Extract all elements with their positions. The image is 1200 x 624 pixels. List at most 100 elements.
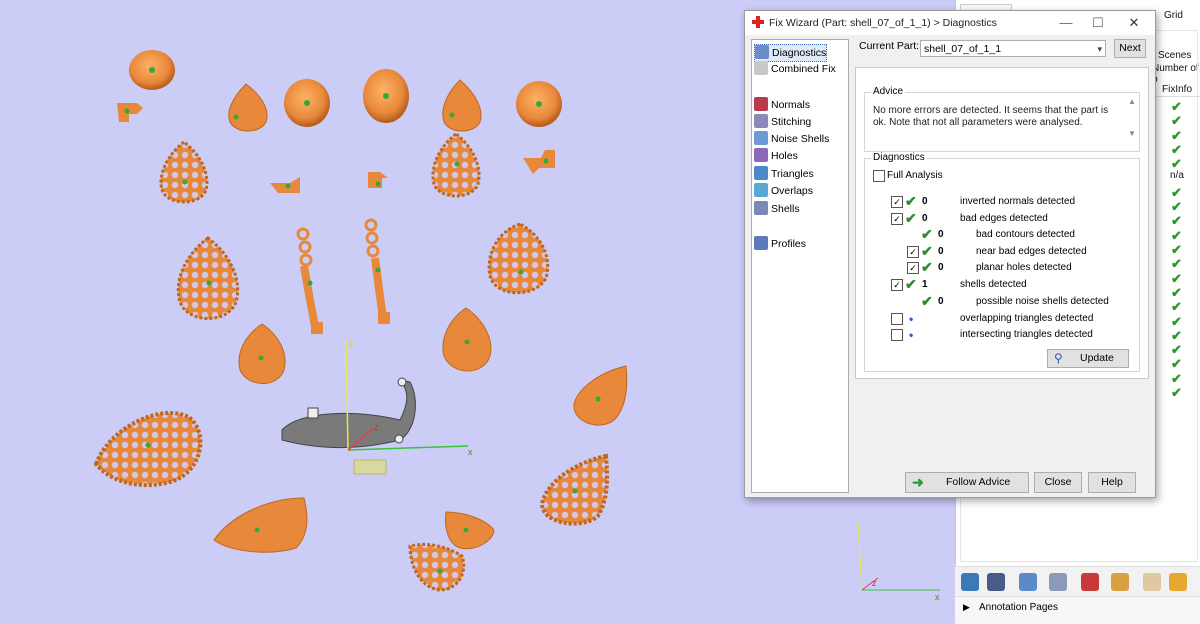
diagnostic-checkbox[interactable]: [891, 329, 903, 341]
overlaps-icon: [754, 183, 768, 198]
teardrop-beaded-part[interactable]: [408, 542, 466, 592]
diagnostic-label: intersecting triangles detected: [960, 329, 1093, 340]
triangles-icon: [754, 166, 768, 181]
normals-cube-icon: [754, 97, 768, 112]
nav-item-shells[interactable]: Shells: [754, 201, 800, 217]
nav-item-overlaps[interactable]: Overlaps: [754, 183, 813, 199]
nav-item-triangles[interactable]: Triangles: [754, 166, 814, 182]
status-ok-icon: ✔: [921, 226, 933, 242]
teardrop-beaded-part[interactable]: [539, 453, 609, 526]
nav-item-label: Normals: [771, 99, 811, 111]
clasp-part[interactable]: [117, 103, 143, 122]
stem-part[interactable]: [296, 227, 323, 334]
diagnostic-checkbox[interactable]: [891, 313, 903, 325]
nav-item-holes[interactable]: Holes: [754, 148, 798, 164]
diagnostic-checkbox[interactable]: ✓: [891, 196, 903, 208]
nav-item-noise-shells[interactable]: Noise Shells: [754, 131, 829, 147]
diagnostic-checkbox[interactable]: ✓: [891, 279, 903, 291]
current-part-value: shell_07_of_1_1: [924, 43, 1002, 55]
follow-advice-label: Follow Advice: [946, 476, 1011, 488]
noise-shells-icon: [754, 131, 768, 146]
label-icon[interactable]: [1143, 573, 1161, 591]
cube-view-icon[interactable]: [1019, 573, 1037, 591]
teardrop-fan-part[interactable]: [573, 365, 628, 426]
diagnostic-row: ✓ ✔ 0 bad edges detected: [865, 210, 1135, 227]
clasp-part[interactable]: [523, 150, 555, 174]
disc-part[interactable]: [284, 79, 330, 127]
teardrop-fan-part[interactable]: [442, 307, 492, 372]
diagnostics-panel: Advice No more errors are detected. It s…: [855, 67, 1149, 379]
nav-item-label: Shells: [771, 203, 800, 215]
axis-y-label: y: [349, 338, 354, 348]
update-button[interactable]: ⚲ Update: [1047, 349, 1129, 368]
disc-part[interactable]: [129, 50, 175, 90]
teardrop-beaded-part[interactable]: [159, 140, 209, 204]
color-parts-icon[interactable]: [1111, 573, 1129, 591]
diagnostic-count: 0: [938, 262, 944, 273]
disc-part[interactable]: [516, 81, 562, 127]
status-ok-icon: ✔: [905, 210, 917, 226]
profiles-document-icon: [754, 236, 768, 251]
teardrop-beaded-part[interactable]: [431, 132, 481, 198]
diagnostic-checkbox[interactable]: ✓: [891, 213, 903, 225]
parts-icon[interactable]: [961, 573, 979, 591]
folder-icon[interactable]: [1169, 573, 1187, 591]
orientation-triad: z x: [857, 521, 940, 602]
teardrop-fan-part[interactable]: [445, 511, 495, 550]
diagnostics-group: Diagnostics Full Analysis ✓ ✔ 0 inverted no…: [864, 152, 1140, 372]
cube-wire-icon[interactable]: [1049, 573, 1067, 591]
diagnostic-checkbox[interactable]: ✓: [907, 246, 919, 258]
teardrop-fan-part[interactable]: [213, 497, 308, 553]
diagnostic-label: overlapping triangles detected: [960, 313, 1094, 324]
nav-item-combined-fix[interactable]: Combined Fix: [754, 61, 836, 77]
nav-item-normals[interactable]: Normals: [754, 97, 810, 113]
nav-item-label: Holes: [771, 150, 798, 162]
minimize-icon[interactable]: —: [1051, 14, 1081, 32]
disc-part[interactable]: [363, 69, 409, 123]
follow-advice-button[interactable]: ➜ Follow Advice: [905, 472, 1029, 493]
nav-item-label: Triangles: [771, 168, 814, 180]
diagnostic-row: ✓ ✔ 0 planar holes detected: [865, 259, 1135, 276]
teardrop-fan-part[interactable]: [238, 323, 286, 384]
teardrop-beaded-part[interactable]: [487, 222, 550, 295]
maximize-icon[interactable]: ☐: [1083, 14, 1113, 32]
next-button[interactable]: Next: [1114, 39, 1146, 58]
close-button[interactable]: Close: [1034, 472, 1082, 493]
delete-part-icon[interactable]: [1081, 573, 1099, 591]
dialog-title: Fix Wizard (Part: shell_07_of_1_1) > Dia…: [769, 17, 997, 29]
grid-tab[interactable]: Grid: [1164, 10, 1183, 21]
status-ok-icon: ✔: [905, 193, 917, 209]
nav-item-diagnostics[interactable]: Diagnostics: [754, 44, 828, 62]
advice-scrollbar[interactable]: ▲ ▼: [1126, 97, 1138, 141]
diagnostic-row: ✓ ✔ 1 shells detected: [865, 276, 1135, 293]
diagnostic-label: bad contours detected: [976, 229, 1075, 240]
close-icon[interactable]: ✕: [1119, 14, 1149, 32]
fix-wizard-dialog: Fix Wizard (Part: shell_07_of_1_1) > Dia…: [744, 10, 1156, 498]
full-analysis-row[interactable]: Full Analysis: [865, 168, 1065, 184]
axis-x-label: x: [468, 447, 473, 457]
update-label: Update: [1080, 352, 1114, 364]
nav-item-stitching[interactable]: Stitching: [754, 114, 811, 130]
current-part-select[interactable]: shell_07_of_1_1 ▾: [920, 40, 1106, 57]
expand-arrow-icon[interactable]: ▶: [963, 602, 970, 613]
nav-item-profiles[interactable]: Profiles: [754, 236, 806, 252]
diagnostic-checkbox[interactable]: ✓: [907, 262, 919, 274]
status-ok-icon: ✔: [921, 293, 933, 309]
clasp-part[interactable]: [270, 177, 300, 193]
diagnostic-row: • overlapping triangles detected: [865, 311, 1135, 327]
teardrop-fan-part[interactable]: [442, 79, 482, 132]
stem-part[interactable]: [364, 218, 390, 324]
checklist-icon[interactable]: [987, 573, 1005, 591]
dialog-titlebar[interactable]: Fix Wizard (Part: shell_07_of_1_1) > Dia…: [745, 11, 1155, 35]
stitching-icon: [754, 114, 768, 129]
nav-item-label: Combined Fix: [771, 63, 836, 75]
teardrop-beaded-part[interactable]: [176, 236, 240, 320]
clasp-part[interactable]: [368, 172, 388, 188]
annotation-bar[interactable]: ▶ Annotation Pages: [955, 596, 1200, 624]
ring-part-selected[interactable]: [281, 377, 416, 448]
teardrop-fan-part[interactable]: [228, 83, 268, 132]
nav-item-label: Noise Shells: [771, 133, 830, 145]
help-button[interactable]: Help: [1088, 472, 1136, 493]
teardrop-beaded-part[interactable]: [93, 411, 203, 488]
full-analysis-checkbox[interactable]: [873, 170, 885, 182]
